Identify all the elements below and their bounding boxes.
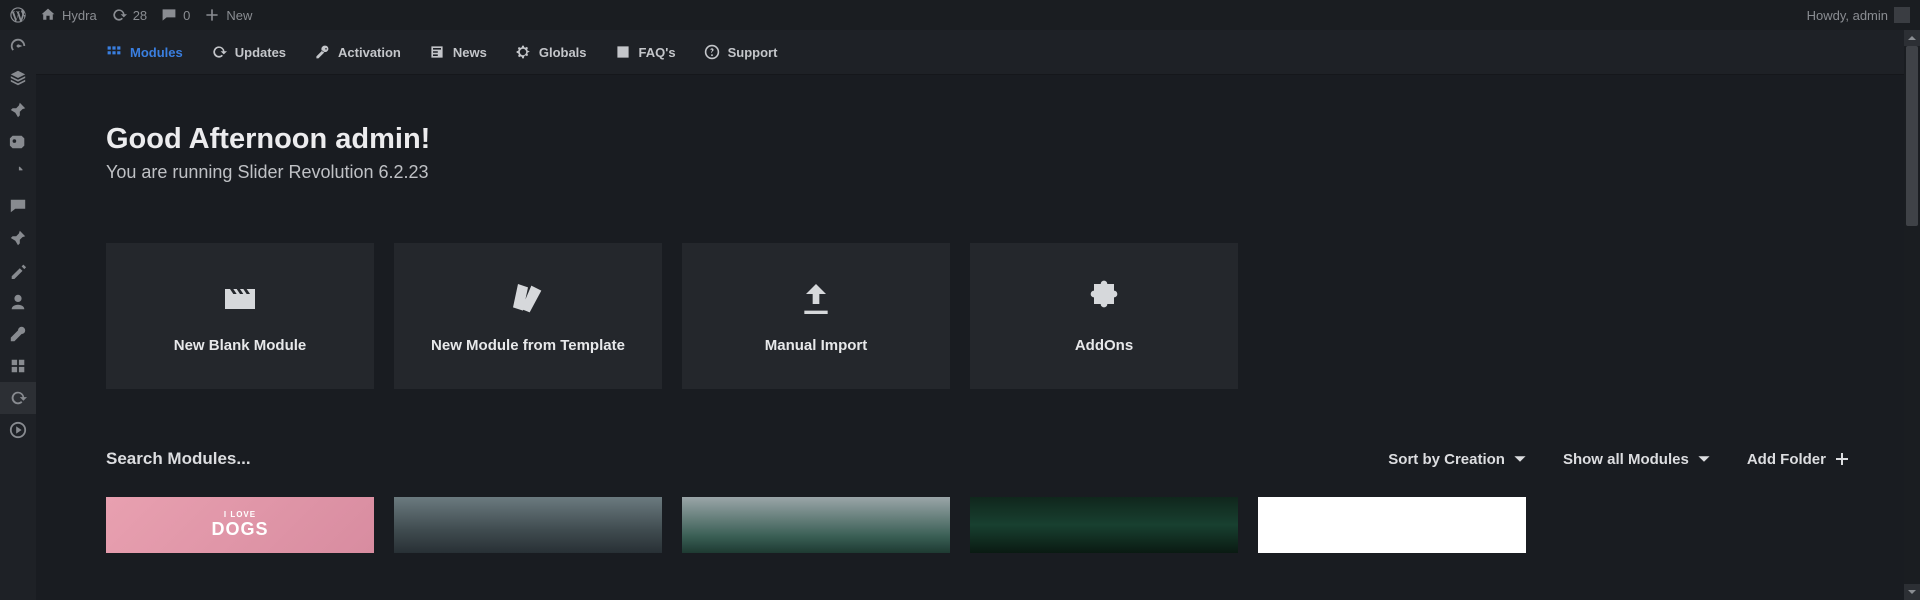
sidebar-layers-icon[interactable] <box>0 62 36 94</box>
module-thumbnails: I LOVE DOGS <box>106 497 1850 553</box>
content-area: Good Afternoon admin! You are running Sl… <box>36 75 1920 600</box>
greeting-subtitle: You are running Slider Revolution 6.2.23 <box>106 162 1850 183</box>
module-thumb-1[interactable]: I LOVE DOGS <box>106 497 374 553</box>
updates-link[interactable]: 28 <box>111 7 147 23</box>
greeting-title: Good Afternoon admin! <box>106 123 1850 156</box>
module-thumb-3[interactable] <box>682 497 950 553</box>
thumb1-line1: I LOVE <box>224 510 256 519</box>
nav-news[interactable]: News <box>429 44 487 60</box>
comment-icon <box>161 7 177 23</box>
nav-activation-label: Activation <box>338 45 401 60</box>
module-thumb-2[interactable] <box>394 497 662 553</box>
nav-updates[interactable]: Updates <box>211 44 286 60</box>
key-icon <box>314 44 330 60</box>
sidebar-settings-icon[interactable] <box>0 350 36 382</box>
howdy-text: Howdy, admin <box>1807 8 1888 23</box>
module-thumb-5[interactable] <box>1258 497 1526 553</box>
card-new-blank[interactable]: New Blank Module <box>106 243 374 389</box>
nav-modules[interactable]: Modules <box>106 44 183 60</box>
scroll-track[interactable] <box>1904 46 1920 584</box>
plus-icon <box>1834 451 1850 467</box>
puzzle-icon <box>1084 279 1124 319</box>
site-name-link[interactable]: Hydra <box>40 7 97 23</box>
wp-logo-icon[interactable] <box>10 7 26 23</box>
clapper-icon <box>220 279 260 319</box>
card-addons[interactable]: AddOns <box>970 243 1238 389</box>
sidebar-slider-icon[interactable] <box>0 382 36 414</box>
sidebar-comments-icon[interactable] <box>0 190 36 222</box>
sort-label: Sort by Creation <box>1388 451 1505 468</box>
question-icon <box>704 44 720 60</box>
greeting-block: Good Afternoon admin! You are running Sl… <box>106 123 1850 183</box>
refresh-icon <box>111 7 127 23</box>
nav-modules-label: Modules <box>130 45 183 60</box>
comments-link[interactable]: 0 <box>161 7 190 23</box>
chevron-down-icon <box>1513 452 1527 466</box>
nav-faqs-label: FAQ's <box>639 45 676 60</box>
sidebar-users-icon[interactable] <box>0 286 36 318</box>
card-manual-import-label: Manual Import <box>765 337 868 354</box>
book-icon <box>615 44 631 60</box>
card-new-template-label: New Module from Template <box>431 337 625 354</box>
plus-icon <box>204 7 220 23</box>
scroll-up-button[interactable] <box>1904 30 1920 46</box>
sort-control[interactable]: Sort by Creation <box>1388 451 1527 468</box>
nav-news-label: News <box>453 45 487 60</box>
show-control[interactable]: Show all Modules <box>1563 451 1711 468</box>
nav-globals[interactable]: Globals <box>515 44 587 60</box>
sidebar-media-icon[interactable] <box>0 126 36 158</box>
new-label: New <box>226 8 252 23</box>
sidebar-pages-icon[interactable] <box>0 158 36 190</box>
swatch-icon <box>508 279 548 319</box>
news-icon <box>429 44 445 60</box>
search-modules[interactable]: Search Modules... <box>106 449 1352 469</box>
thumb1-line2: DOGS <box>211 519 268 540</box>
chevron-down-icon <box>1697 452 1711 466</box>
nav-globals-label: Globals <box>539 45 587 60</box>
gear-icon <box>515 44 531 60</box>
nav-faqs[interactable]: FAQ's <box>615 44 676 60</box>
module-thumb-4[interactable] <box>970 497 1238 553</box>
nav-updates-label: Updates <box>235 45 286 60</box>
add-folder-label: Add Folder <box>1747 451 1826 468</box>
scroll-down-button[interactable] <box>1904 584 1920 600</box>
vertical-scrollbar <box>1904 30 1920 600</box>
wp-admin-bar: Hydra 28 0 New Howdy, admin <box>0 0 1920 30</box>
nav-activation[interactable]: Activation <box>314 44 401 60</box>
sidebar-dashboard-icon[interactable] <box>0 30 36 62</box>
sidebar-play-icon[interactable] <box>0 414 36 446</box>
scroll-handle[interactable] <box>1906 46 1918 226</box>
show-label: Show all Modules <box>1563 451 1689 468</box>
nav-support-label: Support <box>728 45 778 60</box>
sidebar-appearance-icon[interactable] <box>0 254 36 286</box>
card-new-template[interactable]: New Module from Template <box>394 243 662 389</box>
avatar <box>1894 7 1910 23</box>
new-link[interactable]: New <box>204 7 252 23</box>
sidebar-pin-icon[interactable] <box>0 94 36 126</box>
card-manual-import[interactable]: Manual Import <box>682 243 950 389</box>
plugin-nav: Modules Updates Activation News Globals … <box>36 30 1920 75</box>
card-addons-label: AddOns <box>1075 337 1133 354</box>
nav-support[interactable]: Support <box>704 44 778 60</box>
upload-icon <box>796 279 836 319</box>
comments-count: 0 <box>183 8 190 23</box>
updates-count: 28 <box>133 8 147 23</box>
site-name-text: Hydra <box>62 8 97 23</box>
refresh-icon <box>211 44 227 60</box>
howdy-link[interactable]: Howdy, admin <box>1807 7 1910 23</box>
module-toolbar: Search Modules... Sort by Creation Show … <box>106 449 1850 469</box>
sidebar-pin2-icon[interactable] <box>0 222 36 254</box>
action-cards: New Blank Module New Module from Templat… <box>106 243 1850 389</box>
card-new-blank-label: New Blank Module <box>174 337 307 354</box>
add-folder-control[interactable]: Add Folder <box>1747 451 1850 468</box>
wp-admin-sidebar <box>0 30 36 600</box>
home-icon <box>40 7 56 23</box>
main-panel: Modules Updates Activation News Globals … <box>36 30 1920 600</box>
sidebar-tools-icon[interactable] <box>0 318 36 350</box>
grid-icon <box>106 44 122 60</box>
